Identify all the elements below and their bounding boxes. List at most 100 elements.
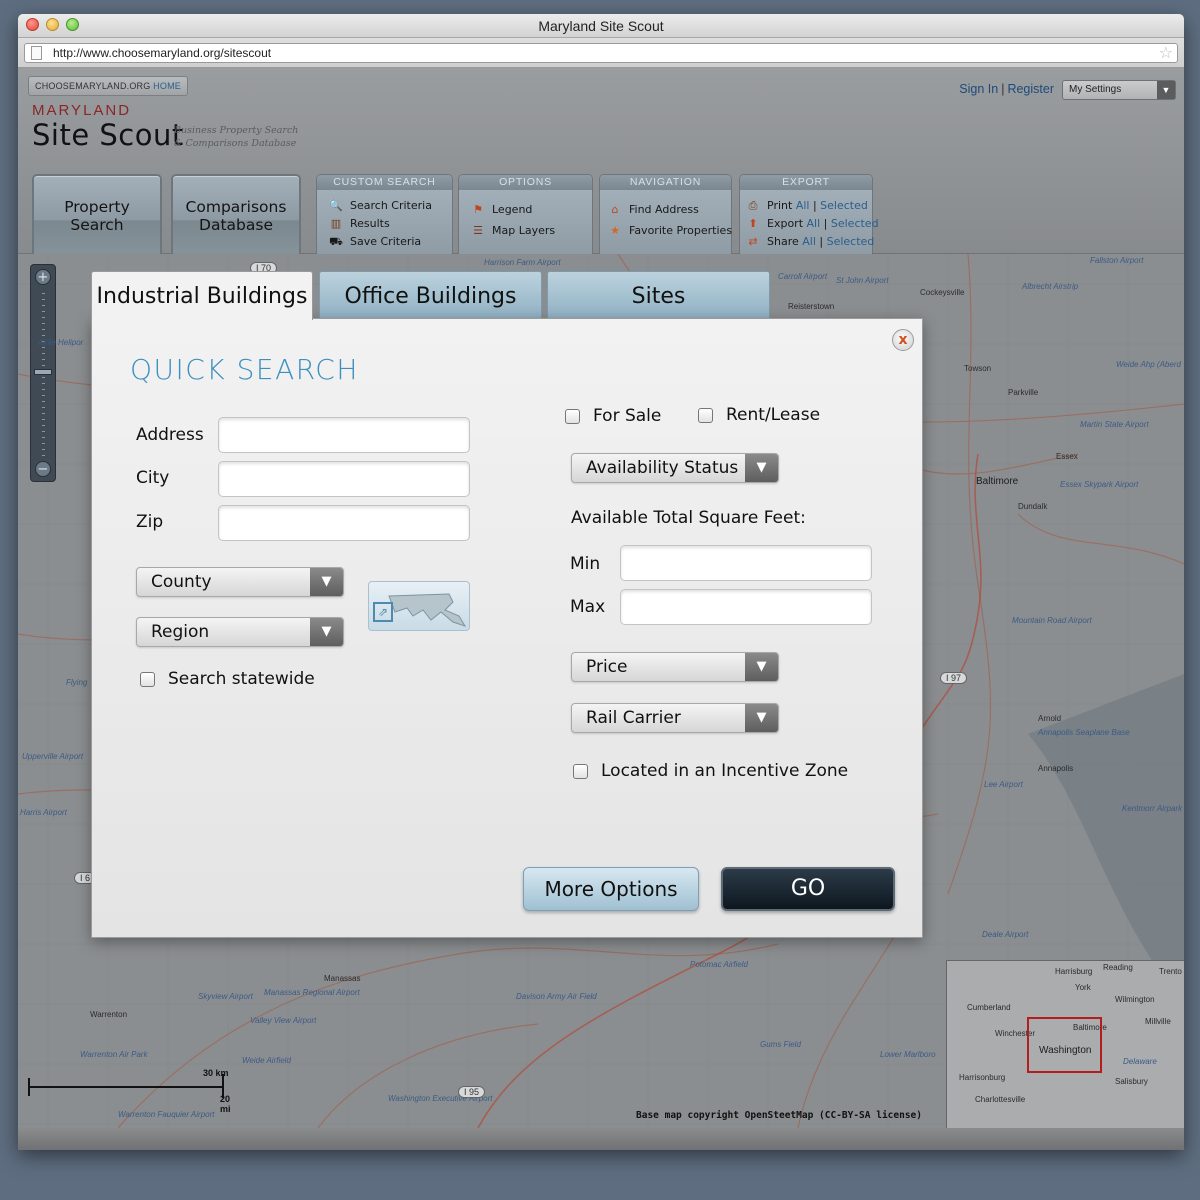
map-label: Harris Airport <box>20 808 67 817</box>
close-window-icon[interactable] <box>26 18 39 31</box>
address-input[interactable] <box>218 417 470 453</box>
map-label: St John Airport <box>836 276 889 285</box>
bookmark-star-icon[interactable]: ☆ <box>1159 44 1173 62</box>
minimize-window-icon[interactable] <box>46 18 59 31</box>
min-label: Min <box>570 554 601 574</box>
tab-sites[interactable]: Sites <box>547 271 770 320</box>
rent-lease-checkbox[interactable] <box>698 408 713 423</box>
zip-label: Zip <box>136 512 164 532</box>
for-sale-checkbox[interactable] <box>565 409 580 424</box>
zoom-track[interactable] <box>42 293 45 457</box>
map-label: Potomac Airfield <box>690 960 748 969</box>
my-settings-dropdown[interactable]: My Settings ▼ <box>1062 80 1176 100</box>
highway-shield: I 95 <box>458 1086 486 1098</box>
zoom-slider-handle[interactable] <box>34 369 52 375</box>
rent-lease-label: Rent/Lease <box>726 405 821 425</box>
minimap-viewport-box[interactable] <box>1027 1017 1102 1073</box>
map-label: Harrison Farm Airport <box>484 258 561 267</box>
magnifier-icon: 🔍 <box>329 199 343 212</box>
map-label: Arnold <box>1038 714 1062 723</box>
map-layers-item[interactable]: ☰ Map Layers <box>471 224 555 237</box>
map-label: Lower Marlboro <box>880 1050 936 1059</box>
close-icon[interactable]: x <box>892 329 914 351</box>
map-label: Weide Ahp (Aberd <box>1116 360 1181 369</box>
sign-in-link[interactable]: Sign In <box>959 82 998 96</box>
map-copyright: Base map copyright OpenSteetMap (CC-BY-S… <box>636 1110 922 1121</box>
city-input[interactable] <box>218 461 470 497</box>
export-item: ⬆ Export All | Selected <box>746 217 879 230</box>
popout-icon: ⇗ <box>373 602 393 622</box>
navigation-group: NAVIGATION ⌂ Find Address ★ Favorite Prope… <box>599 174 732 258</box>
map-scale-bar: 30 km 20 mi <box>28 1068 238 1114</box>
availability-status-select[interactable]: Availability Status ▼ <box>571 453 779 483</box>
zoom-in-button[interactable]: + <box>35 269 51 285</box>
favorite-properties-item[interactable]: ★ Favorite Properties <box>608 224 732 237</box>
tab-office-buildings[interactable]: Office Buildings <box>319 271 542 320</box>
comparisons-database-button[interactable]: Comparisons Database <box>171 174 301 258</box>
map-label: Skyview Airport <box>198 992 253 1001</box>
layers-icon: ☰ <box>473 224 483 237</box>
county-select[interactable]: County ▼ <box>136 567 344 597</box>
zoom-window-icon[interactable] <box>66 18 79 31</box>
legend-item[interactable]: ⚑ Legend <box>471 203 532 216</box>
share-all-link[interactable]: All <box>802 235 816 248</box>
tab-industrial-buildings[interactable]: Industrial Buildings <box>91 271 313 320</box>
search-statewide-label: Search statewide <box>168 669 315 689</box>
brand-subtitle: Business Property Search & Comparisons D… <box>174 125 299 149</box>
rail-carrier-select[interactable]: Rail Carrier ▼ <box>571 703 779 733</box>
map-label: Airlie Helipor <box>38 338 84 347</box>
chevron-down-icon: ▼ <box>310 618 343 646</box>
brand-state: MARYLAND <box>32 102 132 119</box>
zoom-out-button[interactable]: − <box>35 461 51 477</box>
search-statewide-checkbox[interactable] <box>140 672 155 687</box>
export-all-link[interactable]: All <box>807 217 821 230</box>
url-field[interactable]: http://www.choosemaryland.org/sitescout … <box>24 43 1178 63</box>
map-label: Albrecht Airstrip <box>1022 282 1079 291</box>
region-select[interactable]: Region ▼ <box>136 617 344 647</box>
zip-input[interactable] <box>218 505 470 541</box>
print-all-link[interactable]: All <box>796 199 810 212</box>
maryland-map-picker[interactable]: ⇗ <box>368 581 470 631</box>
save-criteria-item[interactable]: ⛟ Save Criteria <box>329 235 421 250</box>
share-selected-link[interactable]: Selected <box>827 235 875 248</box>
custom-search-group: CUSTOM SEARCH 🔍 Search Criteria ▥ Results … <box>316 174 453 258</box>
results-item[interactable]: ▥ Results <box>329 217 390 230</box>
map-label: Flying <box>66 678 88 687</box>
save-icon: ⛟ <box>329 235 343 248</box>
chevron-down-icon: ▼ <box>745 653 778 681</box>
print-selected-link[interactable]: Selected <box>820 199 868 212</box>
map-label: Baltimore <box>976 476 1019 487</box>
map-label: Valley View Airport <box>250 1016 317 1025</box>
search-criteria-item[interactable]: 🔍 Search Criteria <box>329 199 432 212</box>
overview-minimap[interactable]: Harrisburg Reading Trento York Wilmingto… <box>946 960 1184 1128</box>
for-sale-label: For Sale <box>593 406 662 426</box>
choosemaryland-home-link[interactable]: CHOOSEMARYLAND.ORG HOME <box>28 76 188 96</box>
more-options-button[interactable]: More Options <box>523 867 699 911</box>
share-item: ⇄ Share All | Selected <box>746 235 874 248</box>
map-label: Manassas Regional Airport <box>264 988 360 997</box>
quick-search-title: QUICK SEARCH <box>130 353 359 386</box>
print-item: ⎙ Print All | Selected <box>746 199 868 213</box>
map-label: Upperville Airport <box>22 752 84 761</box>
map-label: Warrenton Fauquier Airport <box>118 1110 215 1119</box>
export-selected-link[interactable]: Selected <box>831 217 879 230</box>
incentive-zone-checkbox[interactable] <box>573 764 588 779</box>
register-link[interactable]: Register <box>1007 82 1054 96</box>
map-label: Annapolis <box>1038 764 1074 773</box>
account-links: Sign In | Register <box>959 82 1054 96</box>
chevron-down-icon: ▼ <box>745 704 778 732</box>
find-address-item[interactable]: ⌂ Find Address <box>608 203 699 216</box>
property-search-button[interactable]: Property Search <box>32 174 162 258</box>
chevron-down-icon: ▼ <box>310 568 343 596</box>
brand-title: Site Scout <box>32 118 184 152</box>
price-select[interactable]: Price ▼ <box>571 652 779 682</box>
options-group: OPTIONS ⚑ Legend ☰ Map Layers <box>458 174 593 258</box>
go-button[interactable]: GO <box>721 867 895 911</box>
map-label: Warrenton Air Park <box>80 1050 148 1059</box>
max-sqft-input[interactable] <box>620 589 872 625</box>
map-label: Davison Army Air Field <box>516 992 597 1001</box>
quick-search-panel: x QUICK SEARCH Address City Zip County ▼… <box>91 318 923 938</box>
map-label: Warrenton <box>90 1010 128 1019</box>
min-sqft-input[interactable] <box>620 545 872 581</box>
sqft-label: Available Total Square Feet: <box>571 508 806 528</box>
